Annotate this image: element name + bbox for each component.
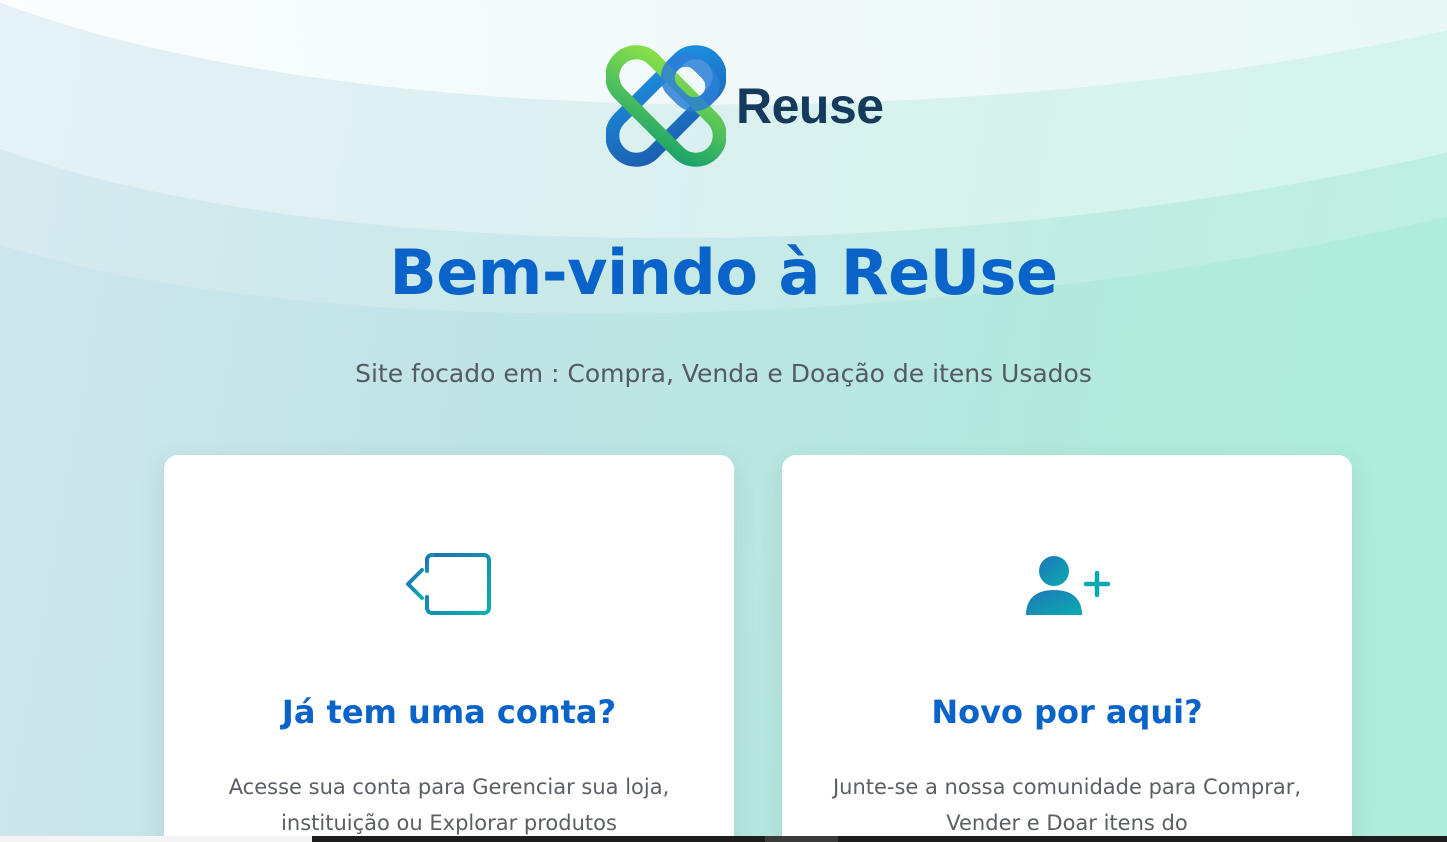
register-card[interactable]: Novo por aqui? Junte-se a nossa comunida…	[782, 455, 1352, 842]
horizontal-scrollbar[interactable]	[0, 836, 1447, 842]
login-arrow-icon	[406, 553, 491, 615]
reuse-logo-icon	[606, 45, 726, 167]
brand-logo[interactable]: Reuse	[606, 44, 884, 168]
scrollbar-thumb[interactable]	[765, 836, 838, 842]
register-card-title: Novo por aqui?	[931, 693, 1203, 731]
brand-name: Reuse	[736, 78, 884, 134]
login-card-title: Já tem uma conta?	[281, 693, 617, 731]
register-card-description: Junte-se a nossa comunidade para Comprar…	[832, 775, 1302, 835]
user-add-icon	[1026, 556, 1111, 615]
login-card-description: Acesse sua conta para Gerenciar sua loja…	[228, 775, 670, 835]
login-card[interactable]: Já tem uma conta? Acesse sua conta para …	[164, 455, 734, 842]
page-subtitle: Site focado em : Compra, Venda e Doação …	[355, 359, 1092, 388]
page-title: Bem-vindo à ReUse	[389, 236, 1058, 309]
